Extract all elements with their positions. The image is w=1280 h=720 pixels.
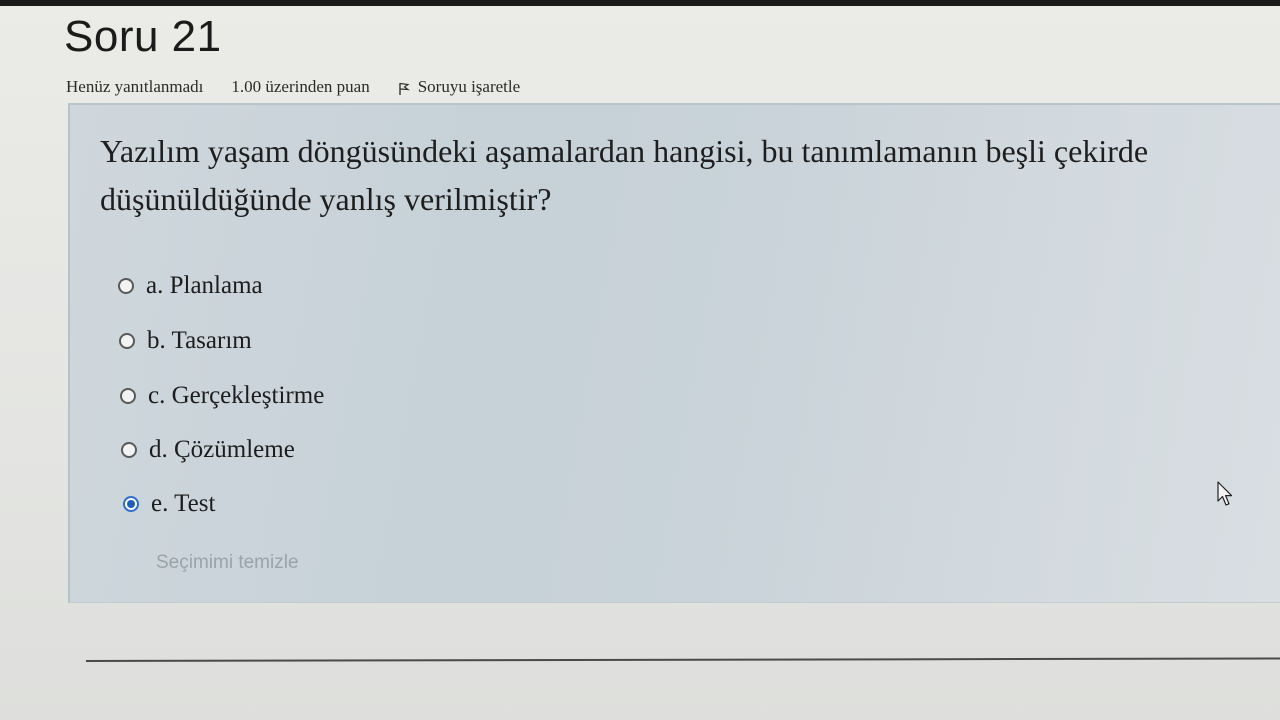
option-d[interactable]: d. Çözümleme: [121, 433, 295, 467]
option-e-label: e. Test: [151, 490, 216, 517]
option-a[interactable]: a. Planlama: [118, 269, 263, 303]
radio-button-a[interactable]: [118, 278, 134, 294]
question-text-line-1: Yazılım yaşam döngüsündeki aşamalardan h…: [100, 133, 1149, 169]
option-c[interactable]: c. Gerçekleştirme: [120, 379, 324, 413]
mouse-pointer-icon: [1217, 481, 1233, 506]
screen-top-bezel: [0, 0, 1280, 6]
question-status: Henüz yanıtlanmadı: [66, 77, 204, 96]
radio-button-c[interactable]: [120, 388, 136, 404]
flag-question-label: Soruyu işaretle: [417, 77, 521, 96]
option-b[interactable]: b. Tasarım: [119, 324, 252, 358]
option-d-label: d. Çözümleme: [149, 436, 295, 463]
option-c-label: c. Gerçekleştirme: [148, 382, 325, 409]
flag-icon: [399, 82, 410, 95]
radio-button-e[interactable]: [123, 496, 139, 512]
option-b-label: b. Tasarım: [147, 327, 252, 354]
screen: Soru 21 Henüz yanıtlanmadı 1.00 üzerinde…: [0, 0, 1280, 720]
radio-button-d[interactable]: [121, 442, 137, 458]
question-title: Soru 21: [64, 12, 222, 61]
clear-selection-link[interactable]: Seçimimi temizle: [156, 552, 299, 574]
radio-button-b[interactable]: [119, 333, 135, 349]
question-points: 1.00 üzerinden puan: [231, 77, 370, 96]
question-content-panel: Yazılım yaşam döngüsündeki aşamalardan h…: [68, 103, 1280, 603]
option-a-label: a. Planlama: [146, 272, 263, 299]
option-e[interactable]: e. Test: [123, 487, 215, 521]
question-info-bar: Henüz yanıtlanmadı 1.00 üzerinden puan S…: [66, 76, 520, 98]
section-divider: [85, 657, 1280, 662]
question-text: Yazılım yaşam döngüsündeki aşamalardan h…: [100, 127, 1280, 223]
question-text-line-2: düşünüldüğünde yanlış verilmiştir?: [100, 181, 552, 217]
flag-question-link[interactable]: Soruyu işaretle: [398, 77, 520, 97]
